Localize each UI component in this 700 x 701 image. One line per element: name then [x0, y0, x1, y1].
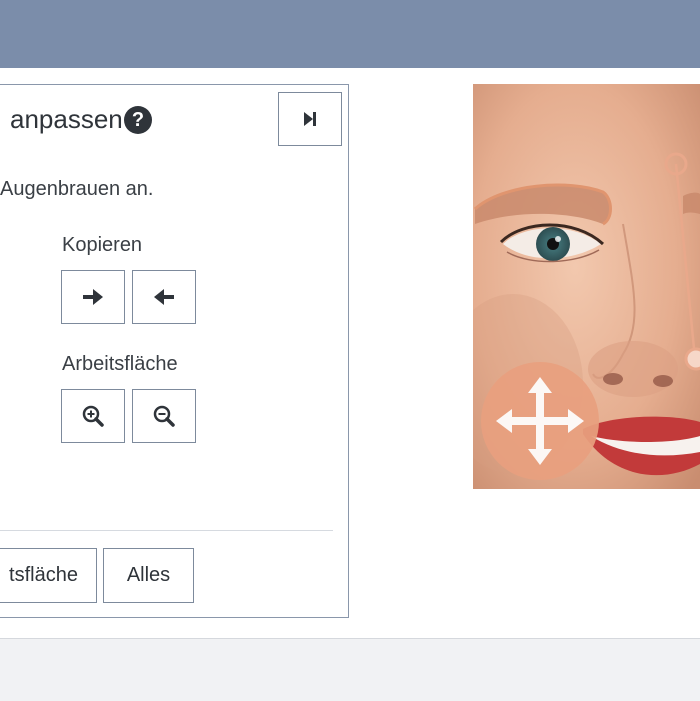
skip-forward-icon	[304, 112, 316, 126]
copy-section-label: Kopieren	[62, 234, 143, 256]
panel-divider	[0, 530, 333, 531]
zoom-in-button[interactable]	[61, 389, 125, 443]
arrow-left-icon	[154, 289, 174, 305]
reset-workspace-label: tsfläche	[9, 564, 78, 586]
reset-all-label: Alles	[126, 564, 171, 586]
copy-right-button[interactable]	[61, 270, 125, 324]
zoom-out-icon	[153, 405, 175, 427]
eyebrow-adjust-panel	[0, 84, 349, 618]
top-header-bar	[0, 0, 700, 68]
arrow-right-icon	[83, 289, 103, 305]
reset-workspace-button[interactable]: tsfläche	[0, 548, 97, 603]
face-preview-canvas[interactable]	[473, 84, 700, 489]
instruction-text: Augenbrauen an.	[0, 178, 154, 200]
panel-title: anpassen	[10, 104, 123, 134]
reset-all-button[interactable]: Alles	[103, 548, 194, 603]
bottom-footer-bar	[0, 638, 700, 701]
zoom-out-button[interactable]	[132, 389, 196, 443]
move-handle[interactable]	[481, 362, 599, 480]
workspace-section-label: Arbeitsfläche	[62, 353, 178, 375]
zoom-in-icon	[82, 405, 104, 427]
move-arrows-icon	[496, 377, 584, 465]
help-icon[interactable]: ?	[124, 106, 152, 134]
copy-left-button[interactable]	[132, 270, 196, 324]
collapse-panel-button[interactable]	[278, 92, 342, 146]
